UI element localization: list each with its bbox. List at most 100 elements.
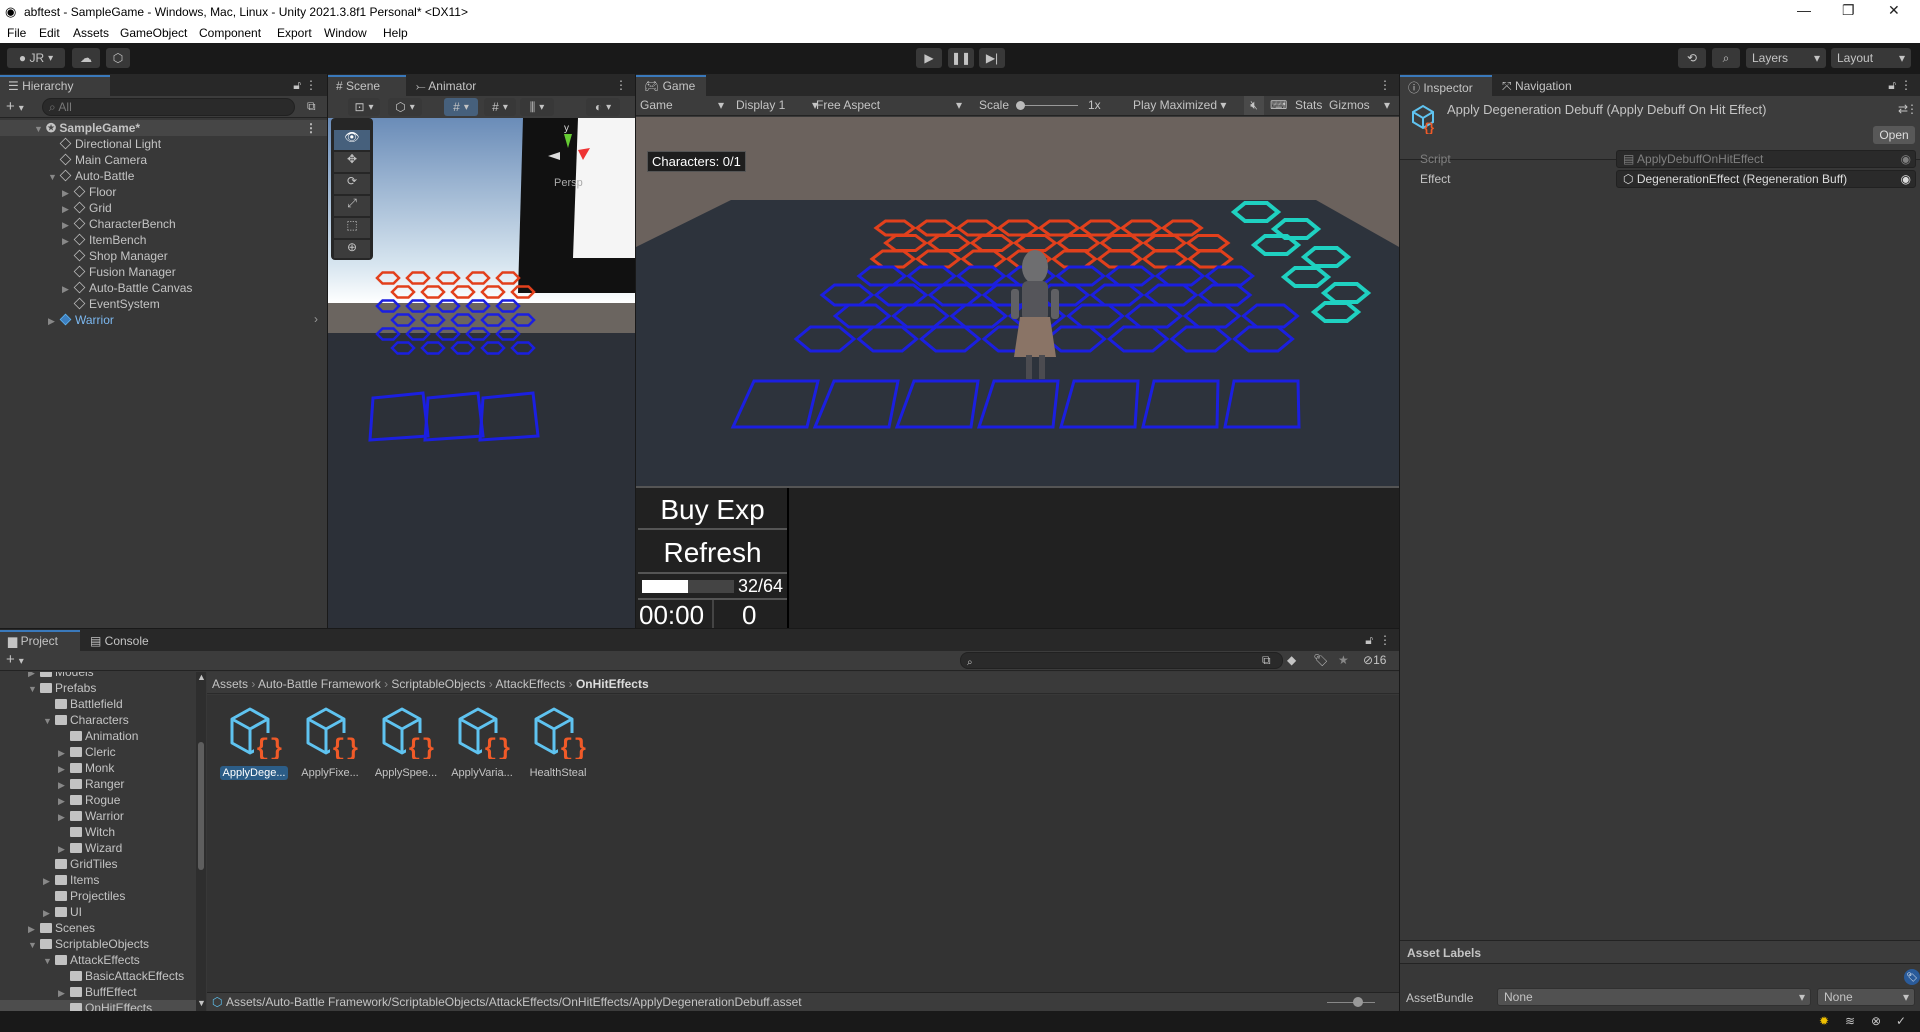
expand-arrow-icon[interactable]: ▼ [43,713,55,729]
asset-item[interactable]: {} HealthSteal [523,703,593,783]
project-folder[interactable]: ▶ Items [0,872,196,888]
move-tool-button[interactable]: ✥ [334,152,370,172]
search-button[interactable]: ⌕ [1712,48,1740,68]
close-button[interactable]: ✕ [1888,2,1900,19]
project-folder[interactable]: BasicAttackEffects [0,968,196,984]
expand-arrow-icon[interactable]: ▶ [43,873,55,889]
refresh-button[interactable]: Refresh [638,532,787,574]
hidden-packages-button[interactable]: ⊘16 [1363,653,1386,667]
collab-button[interactable]: ⬡ [106,48,130,68]
project-folder[interactable]: ▶ Scenes [0,920,196,936]
tab-animator[interactable]: ⤚ Animator [408,75,484,96]
mute-audio-button[interactable]: 🔇︎ [1244,96,1264,115]
auto-generate-lighting-icon[interactable]: ⊗ [1871,1014,1881,1028]
object-picker-icon[interactable]: ◉ [1901,171,1911,187]
tab-scene[interactable]: # Scene [328,75,406,96]
project-folder[interactable]: ▶ Rogue [0,792,196,808]
shortcuts-button[interactable]: ⌨ [1270,96,1287,115]
project-folder[interactable]: Animation [0,728,196,744]
asset-item[interactable]: {} ApplyVaria... [447,703,517,783]
expand-arrow-icon[interactable]: ▶ [62,281,74,297]
game-mode-dropdown[interactable]: Game ▾ [640,96,728,115]
expand-arrow-icon[interactable]: ▼ [43,953,55,969]
search-options-icon[interactable]: ⧉ [1262,653,1271,668]
tab-navigation[interactable]: ⤧ Navigation [1494,75,1580,96]
maximize-button[interactable]: ❐ [1842,2,1855,19]
progress-check-icon[interactable]: ✓ [1896,1014,1906,1028]
more-icon[interactable]: ⋮ [305,120,317,136]
scene-viewport[interactable]: y Persp [328,118,635,628]
project-folder[interactable]: Witch [0,824,196,840]
menu-gameobject[interactable]: GameObject [120,26,187,40]
hierarchy-item[interactable]: ▼ Auto-Battle [48,168,134,184]
menu-component[interactable]: Component [199,26,261,40]
hierarchy-item[interactable]: Fusion Manager [62,264,176,280]
project-folder[interactable]: ▶ Models [0,672,196,680]
expand-arrow-icon[interactable]: ▶ [58,777,70,793]
hierarchy-item[interactable]: ▶ Auto-Battle Canvas [62,280,192,296]
rect-tool-button[interactable]: ⬚ [334,218,370,238]
draw-mode-button[interactable]: ⊡ [348,98,380,116]
visibility-button[interactable]: ◐ [586,98,620,116]
tab-inspector[interactable]: ⓘ Inspector [1400,75,1492,96]
menu-file[interactable]: File [7,26,26,40]
expand-arrow-icon[interactable]: ▼ [48,169,60,185]
hierarchy-item[interactable]: ▶ Grid [62,200,112,216]
project-folder[interactable]: ▶ Warrior [0,808,196,824]
project-folder[interactable]: ▼ Prefabs [0,680,196,696]
project-folder[interactable]: Projectiles [0,888,196,904]
grid-align-button[interactable]: ⫼ [520,98,554,116]
project-folder[interactable]: ▶ Wizard [0,840,196,856]
hierarchy-item[interactable]: ▶ Warrior [48,312,114,328]
view-tool-button[interactable]: 👁︎ [334,130,370,150]
shading-button[interactable]: ⬡ [388,98,422,116]
favorites-icon[interactable]: ★ [1338,653,1349,667]
expand-arrow-icon[interactable]: ▶ [62,185,74,201]
expand-arrow-icon[interactable]: ▶ [58,793,70,809]
breadcrumb-item[interactable]: Assets [212,677,248,691]
tab-game[interactable]: 🎮︎ Game [636,75,706,96]
hierarchy-item[interactable]: ▶ CharacterBench [62,216,176,232]
more-icon[interactable]: ⋮ [615,78,627,92]
tree-scrollbar-thumb[interactable] [198,742,204,870]
filter-by-label-icon[interactable]: 🏷︎ [1313,653,1328,667]
breadcrumb-item[interactable]: OnHitEffects [576,677,649,691]
expand-arrow-icon[interactable]: ▶ [62,233,74,249]
scroll-down-icon[interactable]: ▼ [197,998,206,1008]
scene-root[interactable]: ▼ ✪ SampleGame* ⋮ [0,120,327,136]
layers-dropdown[interactable]: Layers ▾ [1746,48,1826,68]
debug-bug-icon[interactable]: ✹ [1819,1014,1829,1028]
project-folder[interactable]: ▼ AttackEffects [0,952,196,968]
tag-icon[interactable]: 🏷︎ [1904,969,1920,985]
cloud-button[interactable]: ☁ [72,48,100,68]
project-folder[interactable]: OnHitEffects [0,1000,196,1011]
project-folder[interactable]: ▶ Cleric [0,744,196,760]
minimize-button[interactable]: — [1797,2,1811,18]
scale-tool-button[interactable]: ⤢ [334,196,370,216]
hierarchy-item[interactable]: Shop Manager [62,248,168,264]
expand-arrow-icon[interactable]: ▶ [58,761,70,777]
project-folder[interactable]: ▼ ScriptableObjects [0,936,196,952]
expand-arrow-icon[interactable]: ▶ [58,841,70,857]
more-icon[interactable]: ⋮ [1379,633,1391,647]
more-icon[interactable]: ⋮ [305,78,317,92]
hierarchy-item[interactable]: ▶ Floor [62,184,116,200]
menu-help[interactable]: Help [383,26,408,40]
scale-slider-handle[interactable] [1016,101,1025,110]
expand-arrow-icon[interactable]: ▶ [43,905,55,921]
lock-icon[interactable]: 🔓︎ [1888,78,1896,93]
project-folder[interactable]: ▶ Monk [0,760,196,776]
menu-window[interactable]: Window [324,26,367,40]
play-button[interactable]: ▶ [916,48,942,68]
hierarchy-item[interactable]: Main Camera [48,152,147,168]
hierarchy-item[interactable]: EventSystem [62,296,160,312]
project-folder[interactable]: Battlefield [0,696,196,712]
persp-label[interactable]: Persp [554,177,583,189]
expand-arrow-icon[interactable]: ▼ [28,937,40,953]
play-mode-dropdown[interactable]: Play Maximized ▾ [1133,96,1226,115]
tree-scrollbar[interactable]: ▲ ▼ [196,672,206,1011]
hierarchy-search-input[interactable]: ⌕ All [42,98,295,116]
asset-item[interactable]: {} ApplyDege... [219,703,289,783]
open-button[interactable]: Open [1873,126,1915,144]
breadcrumb-item[interactable]: AttackEffects [495,677,565,691]
